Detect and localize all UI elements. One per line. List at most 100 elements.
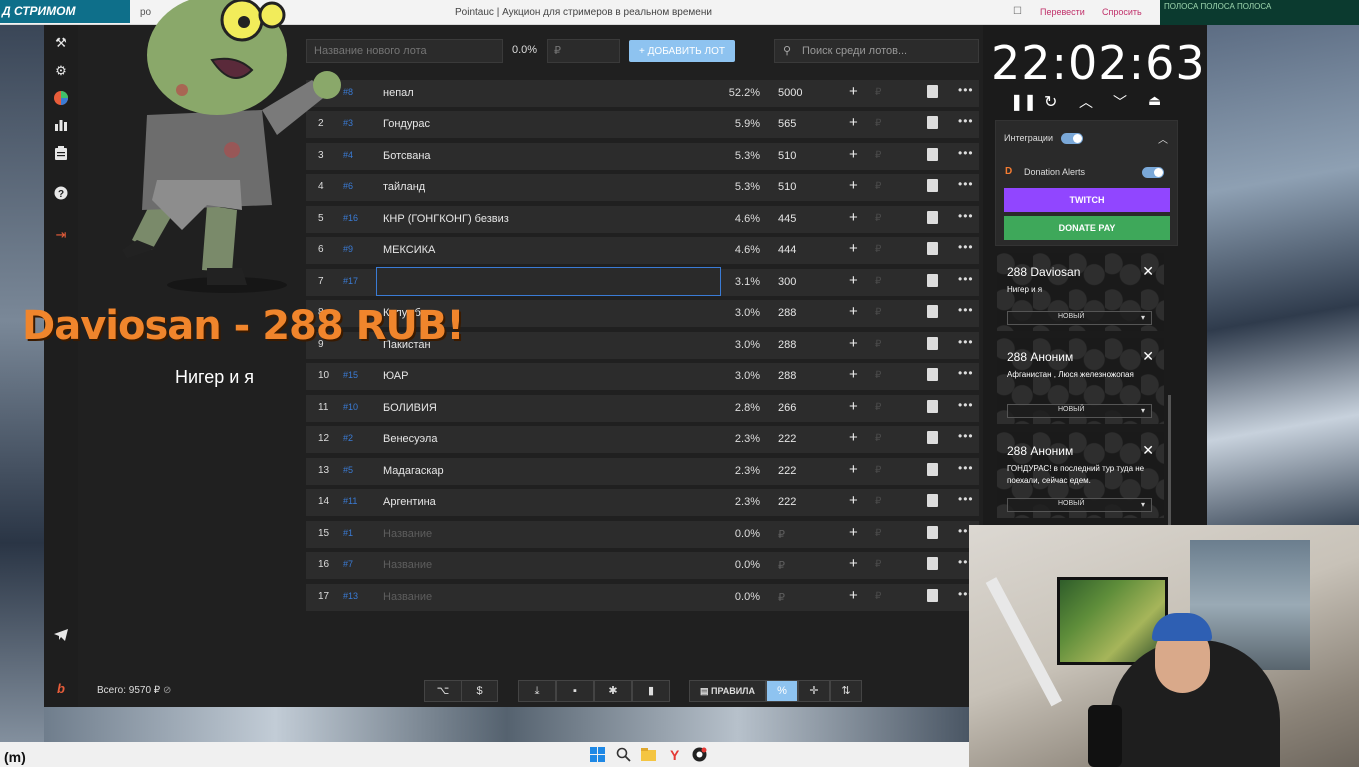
lot-amount[interactable]: 288 (778, 307, 796, 319)
add-amount-input[interactable]: ₽ (875, 339, 881, 350)
bug-report-button[interactable]: ✱ (594, 680, 632, 702)
more-options-icon[interactable]: ••• (958, 303, 974, 317)
help-icon[interactable]: ? (52, 186, 70, 204)
add-lot-button[interactable]: + ДОБАВИТЬ ЛОТ (629, 40, 735, 62)
lot-name[interactable]: Венесуэла (383, 433, 437, 445)
trash-icon[interactable] (927, 85, 938, 98)
add-amount-button[interactable]: + (849, 492, 858, 509)
add-amount-button[interactable]: + (849, 303, 858, 320)
donate-button[interactable]: $ (461, 680, 498, 702)
add-amount-input[interactable]: ₽ (875, 87, 881, 98)
add-amount-button[interactable]: + (849, 209, 858, 226)
add-amount-input[interactable]: ₽ (875, 433, 881, 444)
lot-row[interactable]: 5 #16 КНР (ГОНГКОНГ) безвиз 4.6% 445 + ₽ ••• (306, 206, 979, 233)
more-options-icon[interactable]: ••• (958, 398, 974, 412)
lot-amount[interactable]: 222 (778, 496, 796, 508)
trash-icon[interactable] (927, 589, 938, 602)
add-amount-button[interactable]: + (849, 240, 858, 257)
clear-button[interactable]: ▮ (632, 680, 670, 702)
lot-name[interactable]: Аргентина (383, 496, 436, 508)
more-options-icon[interactable]: ••• (958, 335, 974, 349)
lot-name[interactable]: ЮАР (383, 370, 408, 382)
percent-toggle[interactable]: % (766, 680, 798, 702)
add-amount-button[interactable]: + (849, 335, 858, 352)
file-explorer-icon[interactable] (641, 747, 656, 762)
trash-icon[interactable] (927, 494, 938, 507)
download-button[interactable]: ⤓ (518, 680, 556, 702)
chevron-down-icon[interactable]: ﹀ (1113, 92, 1127, 112)
more-options-icon[interactable]: ••• (958, 146, 974, 160)
sort-button[interactable]: ⇅ (830, 680, 862, 702)
add-amount-input[interactable]: ₽ (875, 465, 881, 476)
lot-row[interactable]: 1#8непал52.2%5000+₽••• (306, 80, 979, 107)
trash-icon[interactable] (927, 116, 938, 129)
lot-row[interactable]: 16 #7 Название 0.0% ₽ + ₽ ••• (306, 552, 979, 579)
donation-card[interactable]: 288 Daviosan ✕ Нигер и я НОВЫЙ ▾ (997, 253, 1164, 331)
add-amount-button[interactable]: + (849, 366, 858, 383)
close-icon[interactable]: ✕ (1142, 442, 1154, 459)
bookmark-icon[interactable]: ☐ (1013, 6, 1022, 17)
lot-name[interactable]: МЕКСИКА (383, 244, 435, 256)
trash-icon[interactable] (927, 526, 938, 539)
compact-view-button[interactable]: ✛ (798, 680, 830, 702)
lot-row[interactable]: 10 #15 ЮАР 3.0% 288 + ₽ ••• (306, 363, 979, 390)
add-amount-input[interactable]: ₽ (875, 402, 881, 413)
stats-icon[interactable] (52, 118, 70, 136)
lot-amount[interactable]: 300 (778, 276, 796, 288)
trash-icon[interactable] (927, 274, 938, 287)
lot-amount[interactable]: 5000 (778, 87, 802, 99)
donation-card[interactable]: 288 Аноним ✕ ГОНДУРАС! в последний тур т… (997, 432, 1164, 518)
collapse-icon[interactable]: ︿ (1158, 131, 1168, 146)
trash-icon[interactable] (927, 431, 938, 444)
lot-name[interactable]: непал (383, 87, 414, 99)
more-options-icon[interactable]: ••• (958, 492, 974, 506)
obs-icon[interactable] (692, 747, 707, 762)
auction-hammer-icon[interactable]: ⚒ (52, 34, 70, 52)
close-icon[interactable]: ✕ (1142, 348, 1154, 365)
lot-name[interactable]: Гондурас (383, 118, 430, 130)
logout-icon[interactable]: ⇥ (52, 226, 70, 244)
add-amount-button[interactable]: + (849, 587, 858, 604)
trash-icon[interactable] (927, 305, 938, 318)
add-amount-input[interactable]: ₽ (875, 276, 881, 287)
lot-amount[interactable]: ₽ (778, 528, 785, 541)
lot-row[interactable]: 6 #9 МЕКСИКА 4.6% 444 + ₽ ••• (306, 237, 979, 264)
lot-name[interactable]: тайланд (383, 181, 425, 193)
donations-scrollbar[interactable] (1168, 395, 1171, 525)
more-options-icon[interactable]: ••• (958, 366, 974, 380)
telegram-icon[interactable] (52, 628, 70, 646)
ask-button[interactable]: Спросить (1102, 7, 1142, 17)
add-amount-button[interactable]: + (849, 398, 858, 415)
lot-row[interactable]: 3 #4 Ботсвана 5.3% 510 + ₽ ••• (306, 143, 979, 170)
trash-icon[interactable] (927, 242, 938, 255)
trash-icon[interactable] (927, 148, 938, 161)
lot-row[interactable]: 4 #6 тайланд 5.3% 510 + ₽ ••• (306, 174, 979, 201)
lot-name[interactable]: Название (383, 591, 432, 603)
lot-amount[interactable]: 288 (778, 339, 796, 351)
lot-amount[interactable]: ₽ (778, 591, 785, 604)
add-amount-input[interactable]: ₽ (875, 528, 881, 539)
lot-row[interactable]: 14 #11 Аргентина 2.3% 222 + ₽ ••• (306, 489, 979, 516)
wheel-icon[interactable] (52, 90, 70, 108)
rules-button[interactable]: ▤ ПРАВИЛА (689, 680, 766, 702)
yandex-browser-icon[interactable]: Y (667, 747, 682, 762)
donation-status-select[interactable]: НОВЫЙ ▾ (1007, 311, 1152, 325)
lot-row[interactable]: 13 #5 Мадагаскар 2.3% 222 + ₽ ••• (306, 458, 979, 485)
lot-name-edit-field[interactable] (376, 267, 721, 296)
lot-name[interactable]: Название (383, 559, 432, 571)
more-options-icon[interactable]: ••• (958, 240, 974, 254)
translate-button[interactable]: Перевести (1040, 7, 1085, 17)
lot-name[interactable]: Ботсвана (383, 150, 431, 162)
donation-card[interactable]: 288 Аноним ✕ Афганистан , Люся железножо… (997, 338, 1164, 424)
lot-amount[interactable]: 565 (778, 118, 796, 130)
eject-icon[interactable]: ⏏ (1148, 92, 1161, 109)
lot-row[interactable]: 17 #13 Название 0.0% ₽ + ₽ ••• (306, 584, 979, 611)
add-amount-input[interactable]: ₽ (875, 118, 881, 129)
lot-name[interactable]: Название (383, 528, 432, 540)
add-amount-button[interactable]: + (849, 83, 858, 100)
add-amount-input[interactable]: ₽ (875, 244, 881, 255)
lot-name[interactable]: Мадагаскар (383, 465, 444, 477)
search-icon[interactable] (616, 747, 631, 762)
lot-amount[interactable]: 510 (778, 181, 796, 193)
twitch-button[interactable]: TWITCH (1004, 188, 1170, 212)
